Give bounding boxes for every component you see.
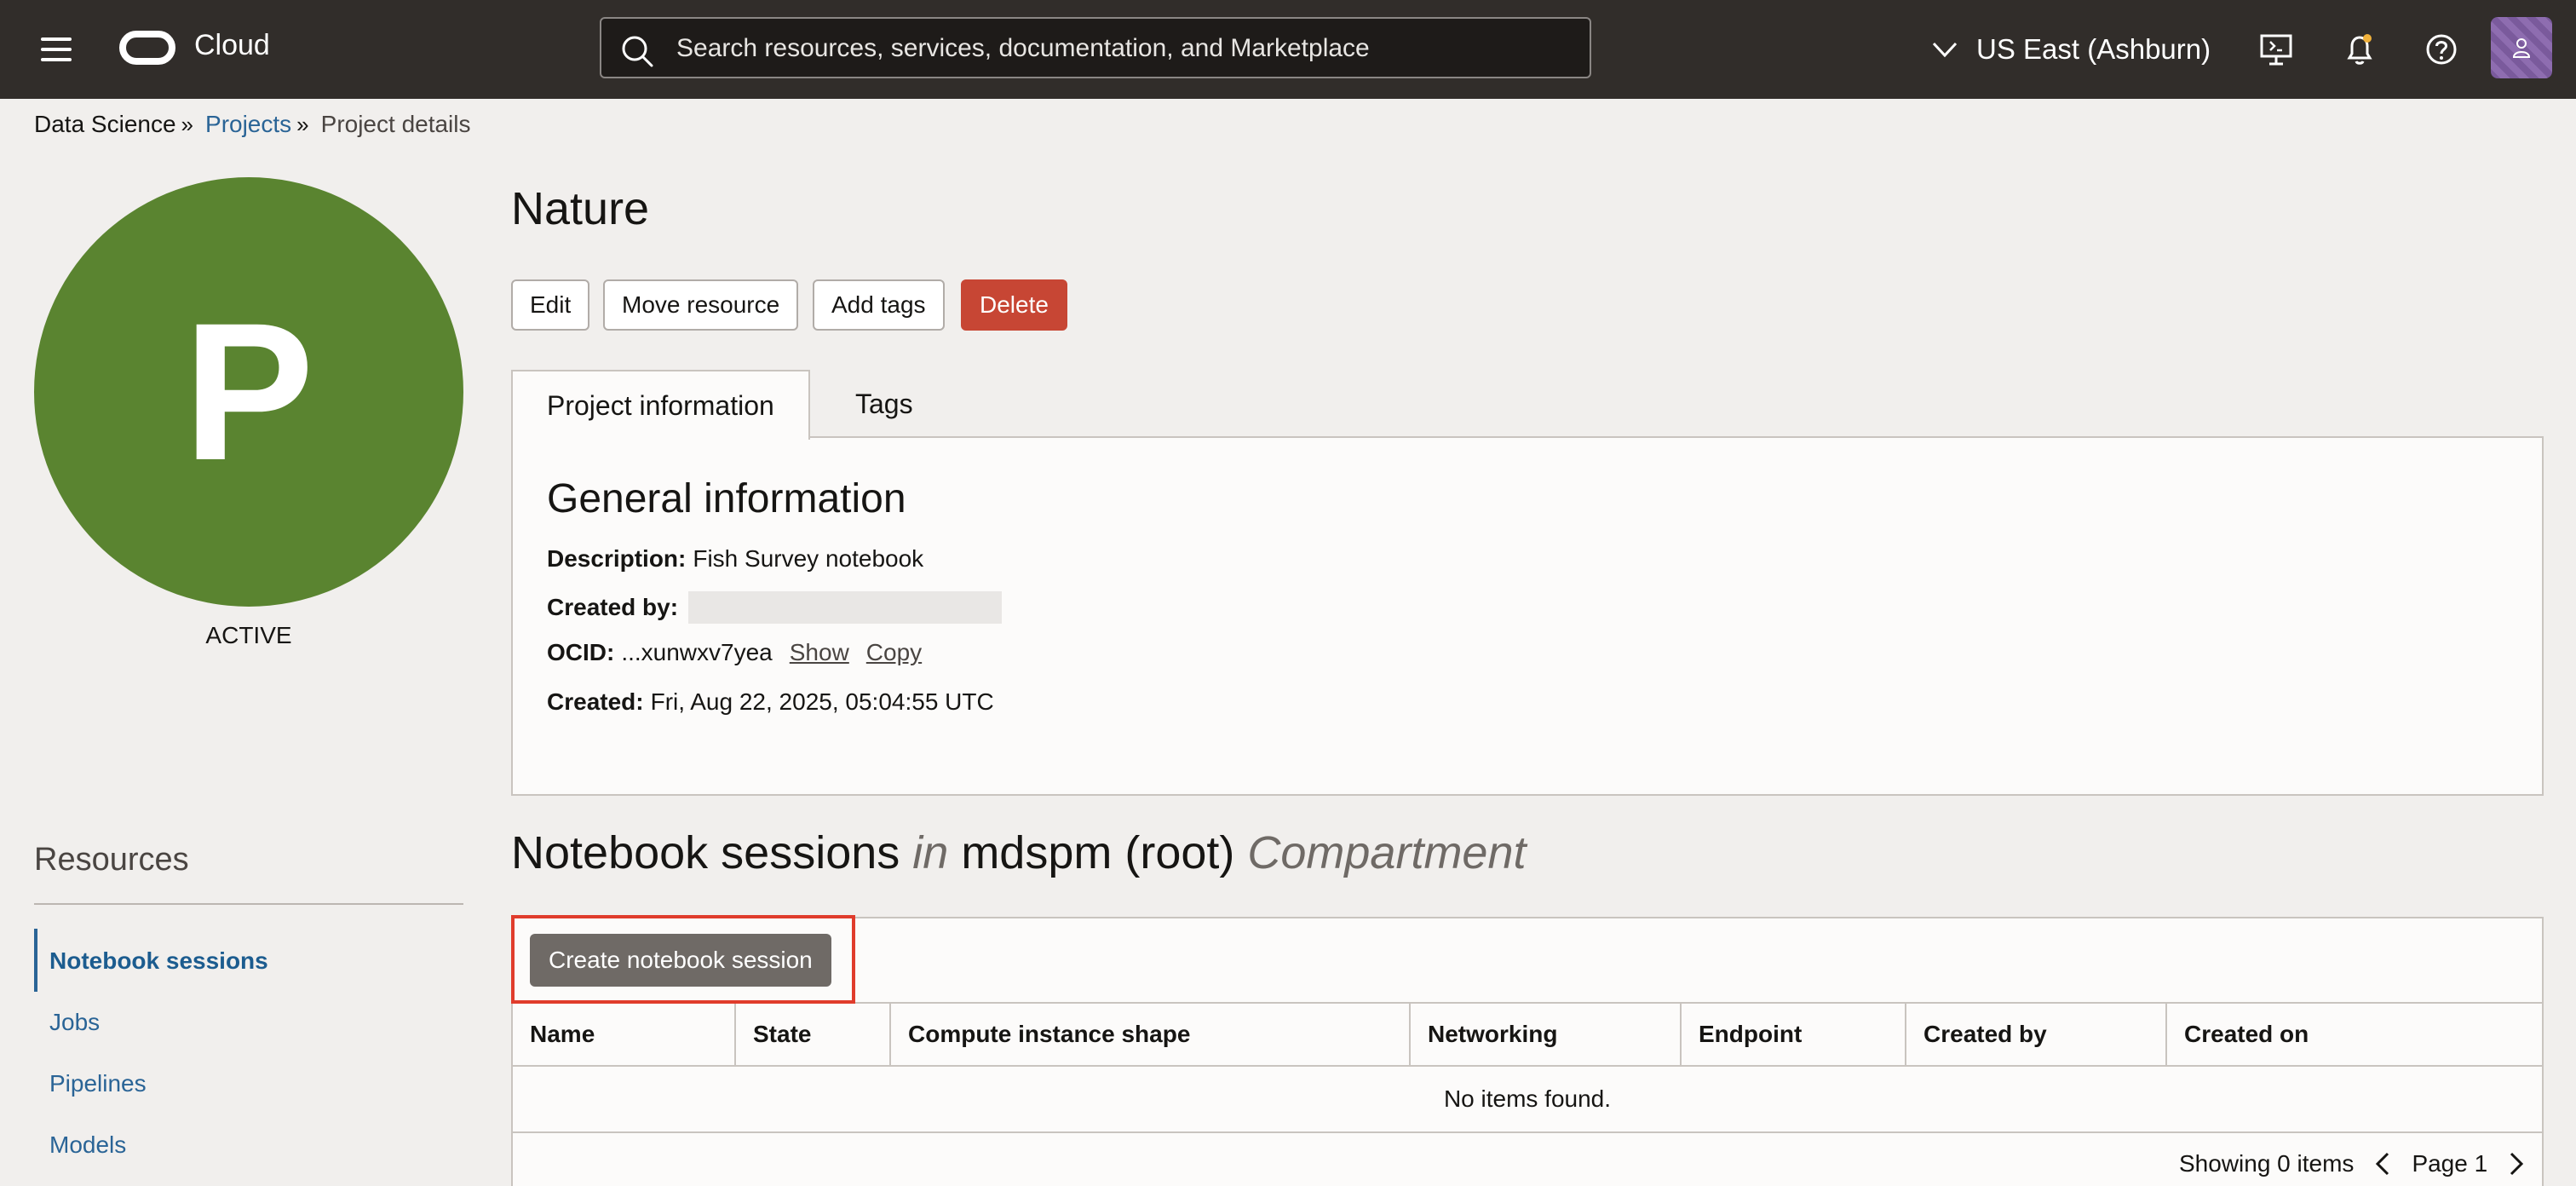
compartment-name: mdspm (root) (961, 827, 1235, 878)
create-notebook-session-button[interactable]: Create notebook session (530, 934, 831, 987)
search-input[interactable] (676, 31, 1571, 66)
column-header-endpoint[interactable]: Endpoint (1682, 1004, 1906, 1065)
pagination: Showing 0 items Page 1 (2179, 1150, 2527, 1177)
active-indicator (34, 929, 37, 992)
ocid-copy-link[interactable]: Copy (866, 639, 922, 666)
edit-button[interactable]: Edit (511, 279, 590, 331)
project-information-panel: General information Description: Fish Su… (511, 436, 2544, 796)
chevron-down-icon (1932, 42, 1958, 58)
description-row: Description: Fish Survey notebook (547, 545, 923, 573)
region-selector[interactable]: US East (Ashburn) (1930, 29, 2211, 70)
user-avatar[interactable] (2491, 17, 2552, 78)
redacted-value (688, 591, 1003, 624)
notifications-bell-icon[interactable] (2341, 31, 2378, 68)
resources-heading: Resources (34, 842, 189, 878)
table-header: Name State Compute instance shape Networ… (513, 1002, 2542, 1067)
column-header-state[interactable]: State (736, 1004, 891, 1065)
ocid-label: OCID: (547, 639, 615, 665)
tab-project-information[interactable]: Project information (511, 370, 810, 440)
breadcrumb-separator-icon: » (296, 111, 309, 137)
cloud-shell-icon[interactable] (2257, 31, 2295, 68)
search-icon (622, 36, 653, 67)
project-avatar: P (34, 177, 463, 607)
compartment-word: Compartment (1247, 827, 1527, 878)
resource-jobs[interactable]: Jobs (49, 1009, 100, 1036)
help-icon[interactable] (2423, 31, 2460, 68)
ocid-row: OCID: ...xunwxv7yea Show Copy (547, 639, 922, 666)
column-header-shape[interactable]: Compute instance shape (891, 1004, 1411, 1065)
chevron-right-icon[interactable] (2506, 1151, 2527, 1177)
showing-count: Showing 0 items (2179, 1150, 2355, 1177)
project-initial: P (183, 282, 314, 501)
oracle-logo-icon[interactable] (119, 31, 175, 65)
delete-button[interactable]: Delete (961, 279, 1067, 331)
notebook-sessions-heading: Notebook sessions in mdspm (root) Compar… (511, 826, 1527, 879)
ocid-value: ...xunwxv7yea (621, 639, 773, 665)
created-by-row: Created by: (547, 591, 1003, 624)
region-label: US East (Ashburn) (1976, 33, 2211, 65)
page-number: Page 1 (2412, 1150, 2488, 1177)
add-tags-button[interactable]: Add tags (813, 279, 945, 331)
move-resource-button[interactable]: Move resource (603, 279, 799, 331)
column-header-created-on[interactable]: Created on (2167, 1004, 2542, 1065)
notebook-sessions-title: Notebook sessions (511, 827, 900, 878)
chevron-left-icon[interactable] (2372, 1151, 2393, 1177)
top-bar: Cloud US East (Ashburn) (0, 0, 2576, 99)
breadcrumb-projects-link[interactable]: Projects (205, 111, 291, 138)
created-by-label: Created by: (547, 594, 679, 620)
resources-divider (34, 903, 463, 905)
resource-pipelines[interactable]: Pipelines (49, 1070, 147, 1097)
description-label: Description: (547, 545, 687, 572)
breadcrumb-current: Project details (320, 111, 471, 137)
breadcrumb: Data Science » Projects » Project detail… (34, 111, 471, 138)
page-title: Nature (511, 183, 650, 234)
breadcrumb-separator-icon: » (181, 111, 194, 137)
ocid-show-link[interactable]: Show (790, 639, 849, 666)
general-information-heading: General information (547, 476, 906, 521)
created-row: Created: Fri, Aug 22, 2025, 05:04:55 UTC (547, 688, 994, 716)
empty-table-message: No items found. (513, 1067, 2542, 1133)
created-label: Created: (547, 688, 644, 715)
brand-name[interactable]: Cloud (194, 29, 270, 62)
description-value: Fish Survey notebook (693, 545, 924, 572)
breadcrumb-data-science[interactable]: Data Science (34, 111, 176, 138)
user-icon (2512, 38, 2531, 58)
in-word: in (912, 827, 949, 878)
project-state: ACTIVE (205, 622, 292, 648)
resource-notebook-sessions[interactable]: Notebook sessions (49, 947, 268, 975)
resource-models[interactable]: Models (49, 1131, 126, 1159)
menu-icon[interactable] (41, 36, 73, 63)
tab-tags[interactable]: Tags (821, 370, 947, 438)
column-header-created-by[interactable]: Created by (1906, 1004, 2167, 1065)
column-header-networking[interactable]: Networking (1411, 1004, 1682, 1065)
column-header-name[interactable]: Name (513, 1004, 736, 1065)
search-bar[interactable] (600, 17, 1591, 78)
created-value: Fri, Aug 22, 2025, 05:04:55 UTC (650, 688, 994, 715)
